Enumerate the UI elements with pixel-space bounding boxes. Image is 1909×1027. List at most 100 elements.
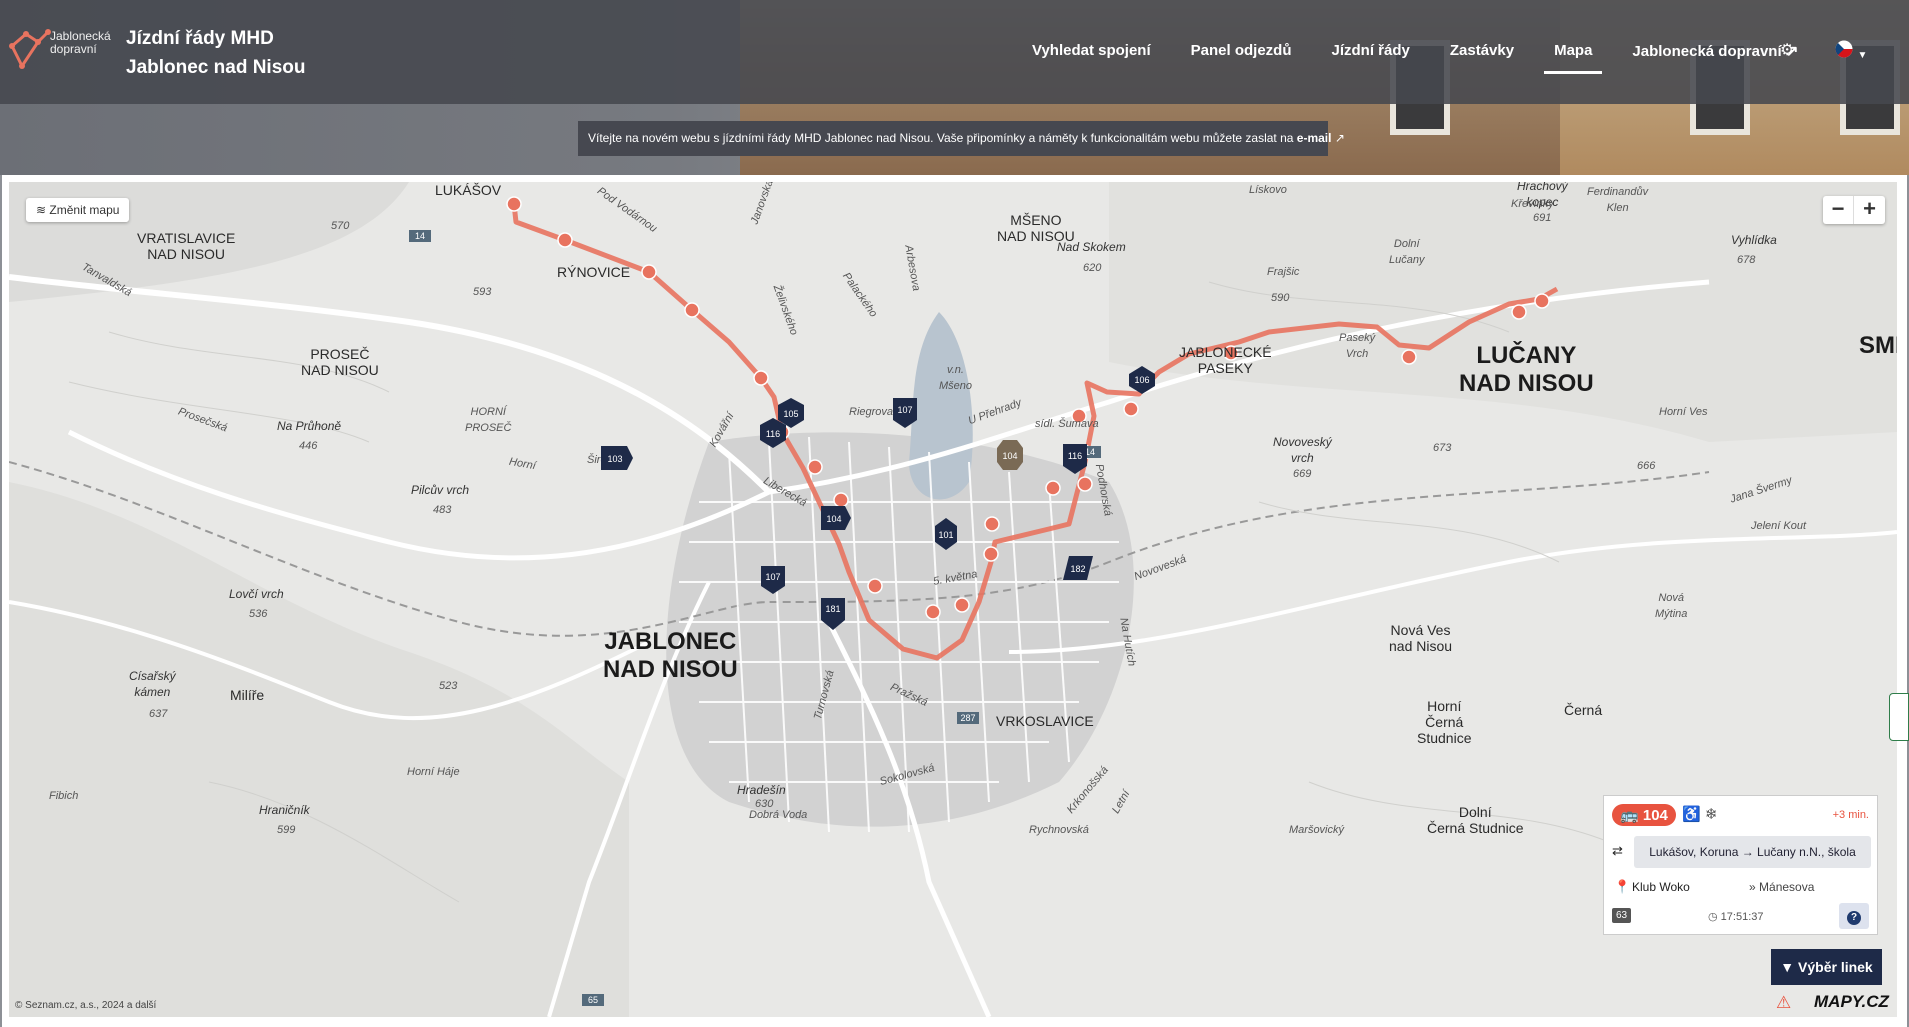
elevation-label: 666 [1637,460,1656,472]
map-copyright[interactable]: © Seznam.cz, a.s., 2024 a další [15,1000,156,1011]
map-label-hranicnik: Hraničník [259,803,310,817]
map-label-lukasov: LUKÁŠOV [435,182,502,198]
elevation-label: 590 [1271,292,1290,304]
map-label-fibich: Fibich [49,790,79,802]
vehicle-marker-label: 106 [1134,375,1149,385]
next-stop: » Mánesova [1749,880,1814,894]
main-nav: Vyhledat spojení Panel odjezdů Jízdní řá… [1012,38,1818,74]
zoom-in-button[interactable]: + [1854,196,1885,224]
vehicle-marker-label: 116 [1068,451,1082,461]
vehicle-route[interactable]: Lukášov, Koruna → Lučany n.N., škola [1634,836,1871,868]
help-button[interactable]: ? [1839,903,1869,929]
next-stop-label: Mánesova [1759,880,1815,894]
map-label-jeleni-kout: Jelení Kout [1751,520,1807,532]
map-label-frajsic: Frajšic [1267,266,1300,278]
nav-stops[interactable]: Zastávky [1430,38,1534,64]
clock-icon: ◷ [1708,911,1718,923]
vehicle-marker-label: 104 [1002,451,1017,461]
vehicle-time-label: 17:51:37 [1720,911,1764,923]
vehicle-marker-label: 181 [825,604,840,614]
question-icon: ? [1847,911,1861,925]
map-label-vrkoslavice: VRKOSLAVICE [996,713,1094,729]
map-label-dolni-cerna-studnice: Dolní Černá Studnice [1427,804,1524,836]
nav-timetables[interactable]: Jízdní řády [1312,38,1430,64]
elevation-label: 483 [433,504,452,516]
map-label-horni-ves: Horní Ves [1659,406,1708,418]
map-label-dolni-lucany: Dolní Lučany [1389,238,1425,266]
warning-icon[interactable]: ⚠ [1776,993,1791,1013]
czech-flag-icon [1835,40,1853,58]
road-number-65: 65 [588,995,598,1005]
elevation-label: 446 [299,440,318,452]
elevation-label: 523 [439,680,458,692]
map-label-cerna: Černá [1564,702,1603,718]
welcome-banner: Vítejte na novém webu s jízdními řády MH… [578,121,1345,156]
map-label-smrzovka: SMR [1859,332,1897,359]
elevation-label: 637 [149,708,168,720]
vehicle-info-card: 🚌 104 ♿ ❄ +3 min. ⇄ Lukášov, Koruna → Lu… [1603,795,1878,935]
zoom-out-button[interactable]: − [1823,196,1854,224]
filter-icon: ▼ [1780,959,1795,975]
change-map-label: Změnit mapu [49,203,120,217]
map-label-horni-cerna-studnice: Horní Černá Studnice [1417,698,1472,746]
side-tool-buttons[interactable] [1889,693,1909,741]
site-title-line1: Jízdní řády MHD [126,28,274,49]
chevron-down-icon: ▼ [1857,50,1868,61]
nav-map[interactable]: Mapa [1534,38,1612,74]
bus-icon: 🚌 [1620,807,1639,824]
elevation-label: 673 [1433,442,1452,454]
map-label-liskovo: Lískovo [1249,184,1287,196]
map-label-nad-skokem: Nad Skokem [1057,240,1126,254]
current-stop: Klub Woko [1632,880,1690,894]
map-label-marsovicky: Maršovický [1289,824,1345,836]
external-link-icon: ↗ [1334,131,1345,145]
elevation-label: 599 [277,824,296,836]
map-label-nova-mytina: Nová Mýtina [1655,592,1688,620]
map-label-rynovice: RÝNOVICE [557,264,631,280]
map-label-milire: Milíře [230,687,265,703]
accessibility-icons: ♿ ❄ [1682,806,1718,823]
map-label-horni-prosec: HORNÍ PROSEČ [465,406,512,434]
double-chevron-right-icon: » [1749,880,1756,894]
logo-text-line2: dopravní [50,42,97,56]
change-map-button[interactable]: ≋ Změnit mapu [26,198,130,222]
map-label-lucany: LUČANY NAD NISOU [1459,342,1594,397]
site-title-line2: Jablonec nad Nisou [126,57,306,78]
nav-departure-board[interactable]: Panel odjezdů [1171,38,1312,64]
elevation-label: 691 [1533,212,1552,224]
zoom-controls: − + [1823,196,1885,224]
email-link[interactable]: e-mail [1297,131,1332,145]
map-label-na-pruhone: Na Průhoně [277,419,342,433]
select-lines-button[interactable]: ▼ Výběr linek [1771,949,1882,985]
map-label-jablonec: JABLONEC NAD NISOU [603,628,738,683]
map-label-ferdinanduv: Ferdinandův Klen [1587,186,1649,214]
elevation-label: 678 [1737,254,1756,266]
vehicle-line-number: 104 [1642,807,1668,824]
map-label-vyhlidka: Vyhlídka [1731,233,1777,247]
vehicle-line-badge[interactable]: 🚌 104 [1612,804,1676,826]
road-number-287: 287 [960,713,975,723]
map-label-pilcuv-vrch: Pilcův vrch [411,483,470,497]
nav-search-connection[interactable]: Vyhledat spojení [1012,38,1171,64]
language-switcher[interactable]: ▼ [1835,40,1867,63]
welcome-banner-text: Vítejte na novém webu s jízdními řády MH… [588,131,1294,145]
vehicle-time: ◷ 17:51:37 [1708,910,1764,923]
mapy-cz-logo[interactable]: MAPY.CZ [1814,992,1889,1012]
route-icon: ⇄ [1612,843,1623,858]
vehicle-marker-label: 101 [938,530,953,540]
nav-jablonecka-dopravni-label: Jablonecká dopravní [1632,43,1782,60]
elevation-label: 669 [1293,468,1312,480]
gear-icon[interactable]: ⚙ [1780,40,1794,60]
road-number-14: 14 [415,231,425,241]
vehicle-marker-label: 103 [607,454,622,464]
reservoir-label: v.n. Mšeno [939,364,973,392]
map-label-nova-ves: Nová Ves nad Nisou [1389,622,1453,654]
map-label-pasecky-vrch: Paseký Vrch [1339,332,1376,360]
top-navbar: Jablonecká dopravní Jízdní řády MHD Jabl… [0,0,1909,104]
vehicle-marker-label: 116 [766,429,780,439]
map-label-rychnovska: Rychnovská [1029,824,1089,836]
site-title[interactable]: Jízdní řády MHD Jablonec nad Nisou [126,24,305,82]
elevation-label: 536 [249,608,268,620]
vehicle-delay: +3 min. [1832,809,1869,821]
map-label-vratislavice: VRATISLAVICE NAD NISOU [137,230,236,262]
